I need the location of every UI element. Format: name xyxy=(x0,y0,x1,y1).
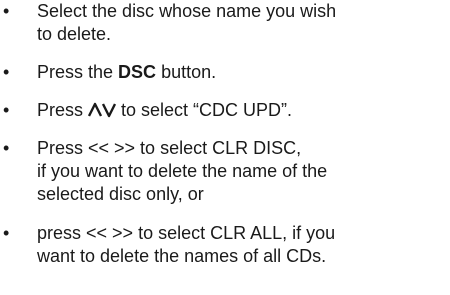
bullet: • xyxy=(3,1,10,21)
up-down-arrows-icon xyxy=(88,102,117,118)
step-text: press << >> to select CLR ALL, if you wa… xyxy=(37,222,447,268)
manual-page: • Select the disc whose name you wish to… xyxy=(0,0,450,295)
step-text: Press << >> to select CLR DISC, if you w… xyxy=(37,137,447,206)
step-line: to delete. xyxy=(37,24,112,44)
bullet: • xyxy=(3,62,10,82)
step-line: Press to select “CDC UPD”. xyxy=(37,99,447,122)
step-line: Select the disc whose name you wish xyxy=(37,1,337,21)
dsc-button-label: DSC xyxy=(118,62,157,82)
step-text-post: to select “CDC UPD”. xyxy=(116,100,293,120)
step-line: press << >> to select CLR ALL, if you xyxy=(37,223,336,243)
step-text: Press the DSC button. xyxy=(37,61,447,84)
bullet: • xyxy=(3,223,10,243)
step-text-pre: Press xyxy=(37,100,89,120)
step-line: if you want to delete the name of the xyxy=(37,161,328,181)
step-text-post: button. xyxy=(156,62,217,82)
step-text: Select the disc whose name you wish to d… xyxy=(37,0,447,46)
step-text-pre: Press the xyxy=(37,62,119,82)
step-line: Press the DSC button. xyxy=(37,61,447,84)
step-text: Press to select “CDC UPD”. xyxy=(37,99,447,122)
step-line: selected disc only, or xyxy=(37,184,204,204)
bullet: • xyxy=(3,100,10,120)
step-line: want to delete the names of all CDs. xyxy=(37,246,327,266)
bullet: • xyxy=(3,138,10,158)
step-line: Press << >> to select CLR DISC, xyxy=(37,138,302,158)
